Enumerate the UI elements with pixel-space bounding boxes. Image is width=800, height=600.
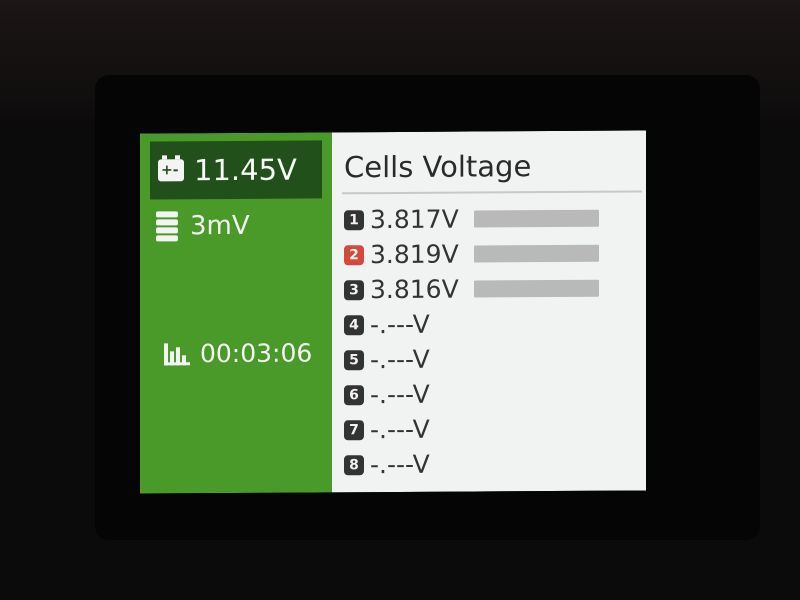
cell-voltage: -.---V	[370, 309, 430, 340]
cell-index-badge: 2	[344, 244, 364, 265]
cell-index-badge: 8	[344, 454, 364, 475]
cells-panel: Cells Voltage 1 3.817V 2 3.819V 3 3.816V…	[332, 130, 646, 493]
cell-row: 7 -.---V	[344, 411, 599, 448]
cell-row: 4 -.---V	[344, 306, 599, 343]
cell-row: 2 3.819V	[344, 236, 599, 273]
title-divider	[342, 190, 642, 195]
pack-voltage-header: +- 11.45V	[150, 140, 322, 200]
elapsed-time-row: 00:03:06	[164, 338, 312, 368]
pack-voltage: 11.45V	[194, 152, 297, 188]
cell-level-bar	[474, 209, 599, 228]
cell-index-badge: 7	[344, 419, 364, 440]
cell-voltage: 3.817V	[370, 204, 459, 235]
battery-stack-icon	[156, 211, 178, 242]
battery-icon: +-	[158, 159, 184, 182]
cell-row: 6 -.---V	[344, 376, 599, 413]
cell-level-bar	[474, 244, 599, 263]
bar-chart-icon	[164, 342, 190, 365]
panel-title: Cells Voltage	[344, 149, 532, 185]
status-sidebar: +- 11.45V 3mV 00:03:06	[140, 132, 332, 494]
cell-voltage: 3.816V	[370, 274, 459, 305]
cell-row: 3 3.816V	[344, 271, 599, 308]
cell-voltage: -.---V	[370, 449, 430, 480]
cell-row: 5 -.---V	[344, 341, 599, 378]
cell-index-badge: 4	[344, 314, 364, 335]
cell-index-badge: 1	[344, 209, 364, 230]
cell-index-badge: 6	[344, 384, 364, 405]
cell-difference-value: 3mV	[190, 210, 250, 242]
cell-voltage: -.---V	[370, 379, 430, 410]
cell-row: 1 3.817V	[344, 201, 599, 238]
cell-row: 8 -.---V	[344, 446, 599, 483]
cell-voltage: -.---V	[370, 414, 430, 445]
cell-voltage: 3.819V	[370, 239, 459, 270]
device-screen: +- 11.45V 3mV 00:03:06 Cells Voltage 1 3…	[140, 130, 646, 494]
cell-index-badge: 3	[344, 279, 364, 300]
cell-index-badge: 5	[344, 349, 364, 370]
elapsed-time-value: 00:03:06	[200, 338, 313, 369]
cell-voltage: -.---V	[370, 344, 430, 375]
cell-level-bar	[474, 279, 599, 298]
cell-list: 1 3.817V 2 3.819V 3 3.816V 4 -.---V 5 -.…	[344, 201, 599, 483]
cell-difference-row: 3mV	[156, 211, 250, 242]
